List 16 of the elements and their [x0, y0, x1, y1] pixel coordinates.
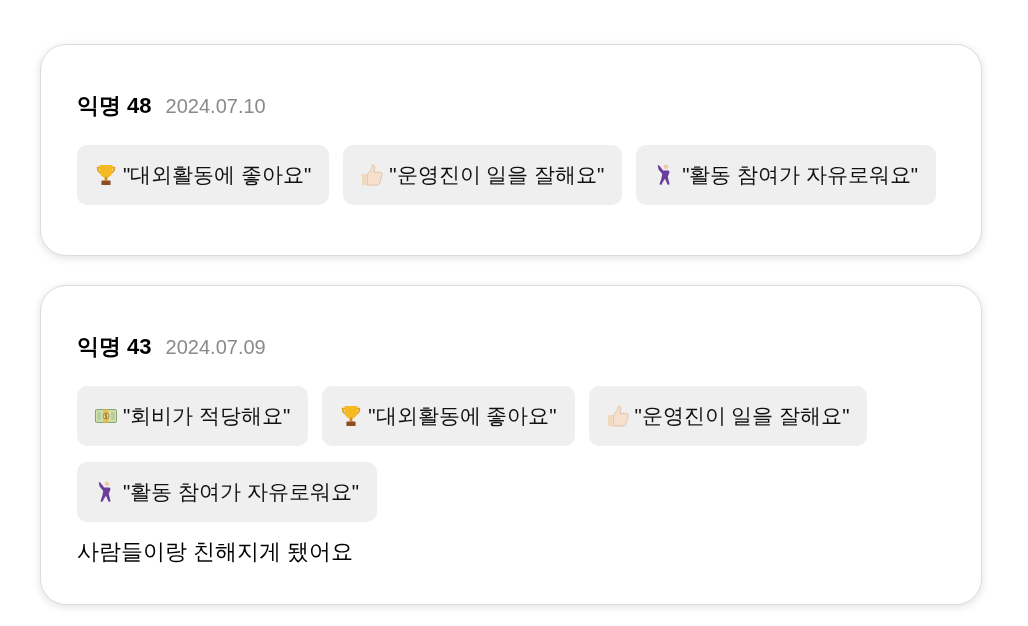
thumbs-up-icon — [361, 164, 384, 186]
tag-label: "활동 참여가 자유로워요" — [682, 161, 919, 188]
tag-label: "운영진이 일을 잘해요" — [389, 161, 605, 188]
review-comment: 사람들이랑 친해지게 됐어요 — [77, 538, 354, 566]
review-date: 2024.07.09 — [165, 335, 266, 360]
author-name: 익명 48 — [77, 92, 152, 120]
trophy-icon — [95, 164, 117, 186]
tag-label: "회비가 적당해요" — [123, 402, 291, 429]
trophy-icon — [340, 405, 363, 427]
tag-label: "대외활동에 좋아요" — [368, 402, 557, 429]
tag-label: "운영진이 일을 잘해요" — [634, 402, 850, 429]
review-date: 2024.07.10 — [165, 94, 266, 119]
tag-label: "대외활동에 좋아요" — [123, 161, 312, 188]
author-name: 익명 43 — [77, 333, 152, 361]
thumbs-up-icon — [606, 405, 629, 427]
tag-label: "활동 참여가 자유로워요" — [123, 478, 359, 505]
